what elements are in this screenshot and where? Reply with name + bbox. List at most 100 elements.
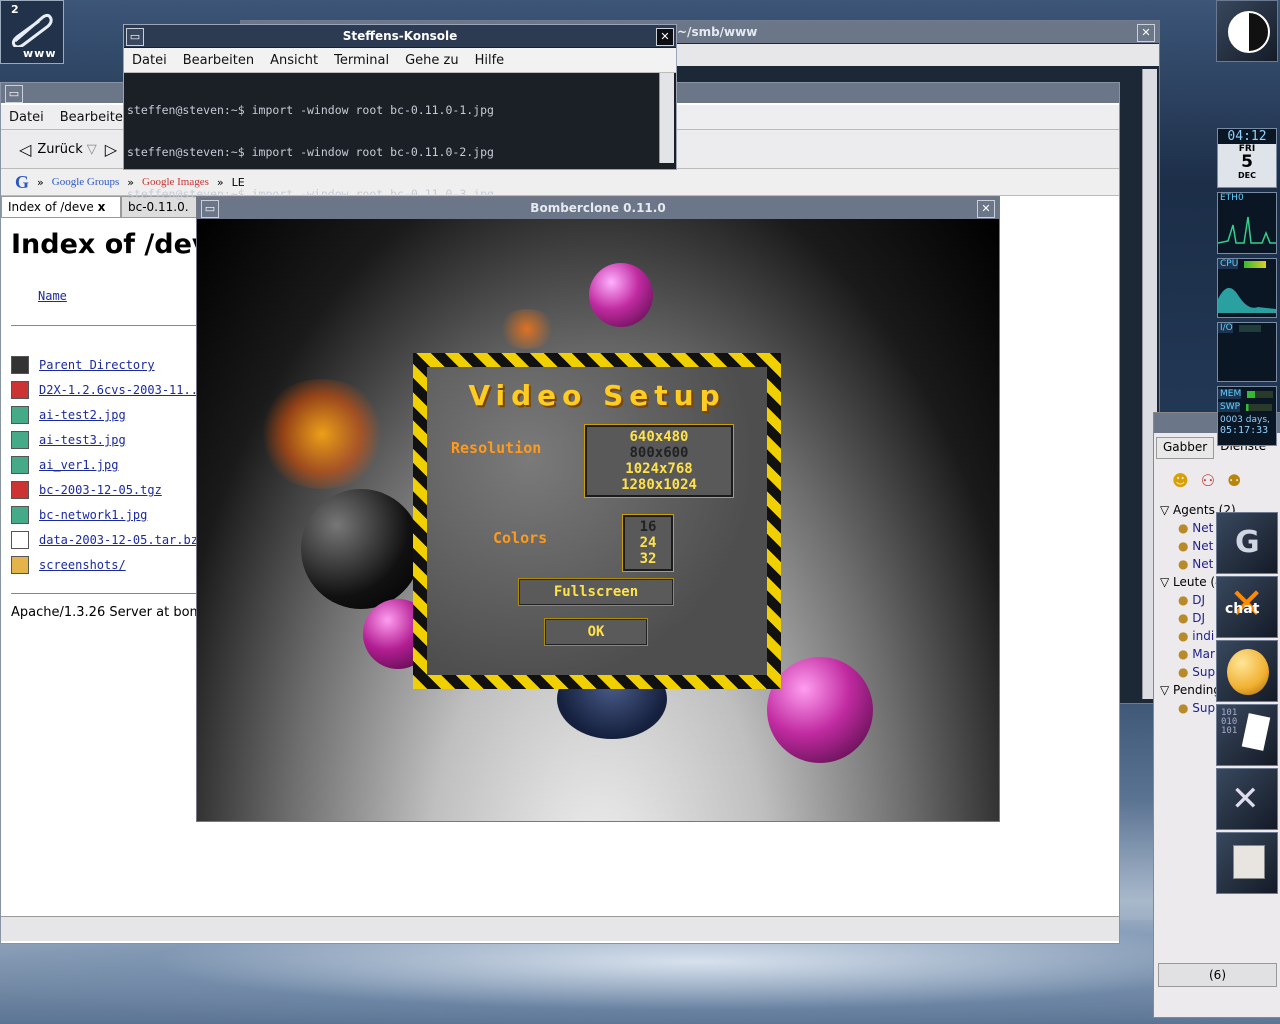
contact-item[interactable]: ● Net [1178,539,1213,553]
file-icon [11,456,29,474]
resolution-option[interactable]: 1280x1024 [587,477,731,493]
konsole-titlebar[interactable]: Steffens-Konsole [124,25,676,47]
file-link[interactable]: bc-2003-12-05.tgz [39,483,162,497]
dialog-panel: Video Setup Resolution 640x480 800x600 1… [427,367,767,675]
smiley-icon[interactable]: ☻ [1172,471,1189,490]
desktop-workspace-icon[interactable]: 2 www [0,0,64,64]
contact-name: Sup [1192,701,1216,715]
colors-list[interactable]: 16 24 32 [622,514,674,572]
divider [11,593,201,594]
cpu-bar [1244,260,1267,268]
menu-ansicht[interactable]: Ansicht [270,53,318,68]
file-icon [11,481,29,499]
konsole-title: Steffens-Konsole [342,29,458,43]
contact-item[interactable]: ● indi [1178,629,1214,643]
fullscreen-button[interactable]: Fullscreen [518,578,674,606]
contact-item[interactable]: ● DJ [1178,611,1205,625]
memory-monitor: MEM SWP 0003 days, 05:17:33 [1217,386,1277,446]
xchat-app-icon[interactable]: ✕ chat [1216,576,1278,638]
menu-terminal[interactable]: Terminal [334,53,389,68]
notes-app-icon[interactable] [1216,832,1278,894]
file-row: Parent Directory [11,355,155,375]
group-header[interactable]: ▽ Pending [1160,683,1221,697]
resolution-option[interactable]: 1024x768 [587,461,731,477]
resolution-option-selected[interactable]: 800x600 [587,445,731,461]
contact-item[interactable]: ● Sup [1178,701,1215,715]
file-link[interactable]: D2X-1.2.6cvs-2003-11..> [39,383,205,397]
menu-datei[interactable]: Datei [132,53,167,68]
video-setup-dialog: Video Setup Resolution 640x480 800x600 1… [413,353,781,689]
contact-name: indi [1192,629,1215,643]
back-button[interactable]: ◁ Zurück ▽ ▷ [19,140,117,159]
divider [11,325,201,326]
file-row: ai_ver1.jpg [11,455,118,475]
chat-label: chat [1225,601,1260,617]
column-name-link[interactable]: Name [38,289,67,303]
close-icon[interactable]: ✕ [656,28,674,46]
game-titlebar[interactable]: Bomberclone 0.11.0 [197,197,999,219]
window-menu-icon[interactable]: ▭ [201,200,219,218]
mem-label: MEM [1218,389,1242,399]
file-row: ai-test3.jpg [11,430,126,450]
konsole-window[interactable]: Steffens-Konsole ▭ ✕ Datei Bearbeiten An… [123,24,677,201]
contact-status-icon: ● [1178,611,1193,625]
colors-label: Colors [493,529,548,547]
group-header[interactable]: ▽ Leute (4 [1160,575,1223,589]
contact-item[interactable]: ● Mar [1178,647,1215,661]
file-link[interactable]: ai_ver1.jpg [39,458,118,472]
contact-item[interactable]: ● DJ [1178,593,1205,607]
close-icon[interactable]: ✕ [1137,24,1155,42]
explosion-fire [257,379,387,489]
menu-bearbeiten[interactable]: Bearbeiten [183,53,254,68]
dock-logo-icon[interactable] [1216,0,1278,62]
menu-bearbeiten[interactable]: Bearbeiten [60,110,131,125]
contact-item[interactable]: ● Net [1178,557,1213,571]
file-link[interactable]: ai-test2.jpg [39,408,126,422]
gabber-g-icon: G [1235,525,1260,560]
menu-gehe-zu[interactable]: Gehe zu [405,53,459,68]
page-title: Index of /dev [11,229,210,260]
file-row: D2X-1.2.6cvs-2003-11..> [11,380,205,400]
close-icon[interactable]: ✕ [977,200,995,218]
file-link[interactable]: screenshots/ [39,558,126,572]
contact-item[interactable]: ● Net [1178,521,1213,535]
color-option-selected[interactable]: 16 [625,519,671,535]
color-option[interactable]: 32 [625,551,671,567]
net-label: ETH0 [1220,193,1244,203]
window-menu-icon[interactable]: ▭ [5,85,23,103]
contact-status-icon: ● [1178,521,1193,535]
resolution-list[interactable]: 640x480 800x600 1024x768 1280x1024 [584,424,734,498]
file-link[interactable]: Parent Directory [39,358,155,372]
back-arrow-icon: ◁ [19,140,32,159]
contact-item[interactable]: ● Sup [1178,665,1215,679]
menu-datei[interactable]: Datei [9,110,44,125]
game-window[interactable]: Bomberclone 0.11.0 ▭ ✕ Video Setup Resol… [196,196,1000,822]
tools-app-icon[interactable]: ✕ [1216,768,1278,830]
resolution-option[interactable]: 640x480 [587,429,731,445]
file-icon [11,406,29,424]
contact-name: Sup [1192,665,1216,679]
konsole-scrollbar[interactable] [659,73,674,163]
tab-gabber[interactable]: Gabber [1156,437,1215,459]
network-graph [1217,216,1276,244]
editor-app-icon[interactable]: 101 010 101 [1216,704,1278,766]
menu-hilfe[interactable]: Hilfe [475,53,505,68]
tab-index[interactable]: Index of /deve x [1,196,121,218]
google-g-icon[interactable]: G [15,172,29,193]
bomberclone-app-icon[interactable] [1216,640,1278,702]
game-scene: Video Setup Resolution 640x480 800x600 1… [197,219,999,821]
color-option[interactable]: 24 [625,535,671,551]
ok-button[interactable]: OK [544,618,648,646]
file-link[interactable]: data-2003-12-05.tar.bz2 [39,533,205,547]
forward-arrow-icon[interactable]: ▷ [105,140,117,159]
window-menu-icon[interactable]: ▭ [126,28,144,46]
gabber-app-icon[interactable]: G [1216,512,1278,574]
explosion-fire [497,309,557,349]
file-link[interactable]: bc-network1.jpg [39,508,147,522]
tab-index-label: Index of /deve [8,200,94,214]
file-link[interactable]: ai-test3.jpg [39,433,126,447]
users-icon[interactable]: ⚇ [1201,471,1215,490]
bookmark-google-groups[interactable]: Google Groups [52,176,120,188]
file-row: ai-test2.jpg [11,405,126,425]
uptime-time: 05:17:33 [1220,425,1269,436]
